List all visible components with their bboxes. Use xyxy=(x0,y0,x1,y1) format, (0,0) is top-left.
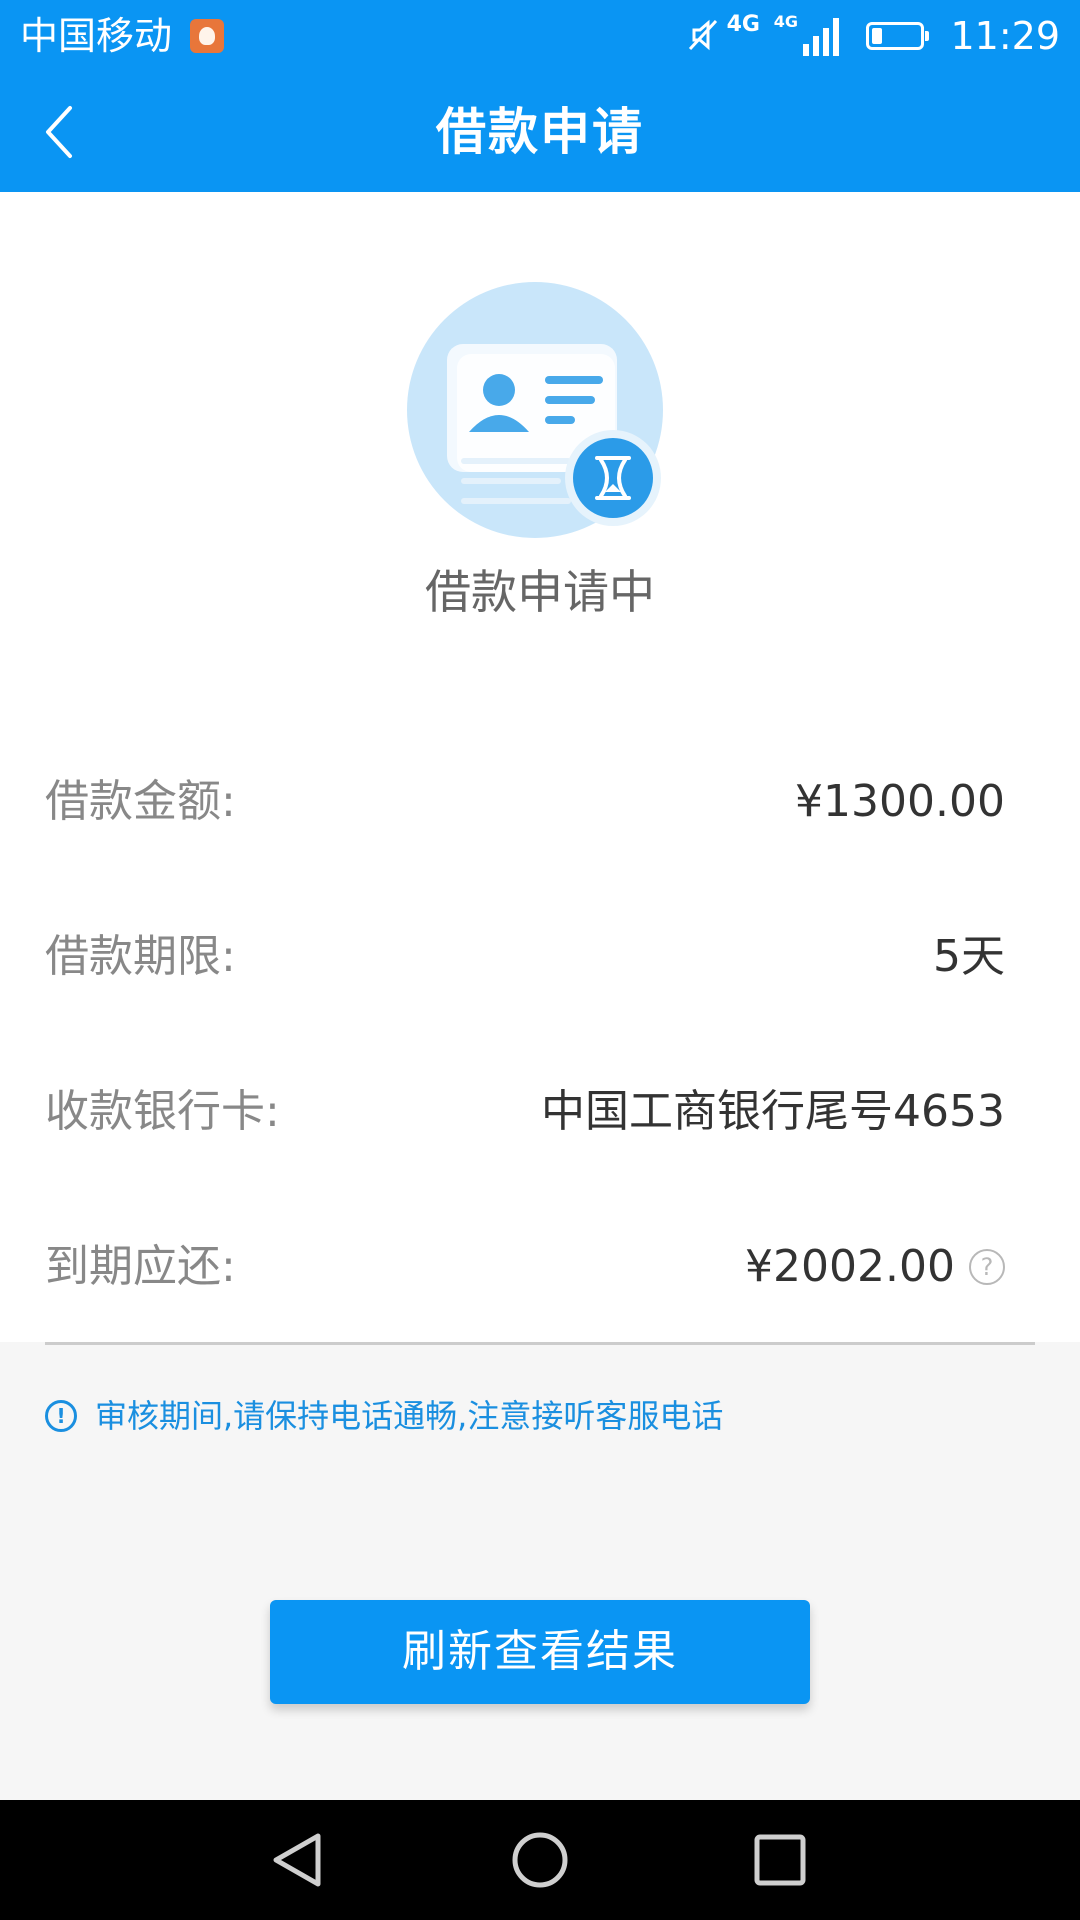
application-status-title: 借款申请中 xyxy=(425,565,655,619)
loan-term-value: 5天 xyxy=(933,931,1005,982)
amount-due-row: 到期应还: ¥2002.00 ? xyxy=(45,1227,1005,1307)
loan-amount-row: 借款金额: ¥1300.00 xyxy=(45,762,1005,842)
mute-icon xyxy=(688,19,718,51)
network-type-2: 4G xyxy=(773,12,798,31)
system-recents-icon[interactable] xyxy=(750,1830,810,1890)
divider xyxy=(45,1342,1035,1345)
signal-icon xyxy=(803,18,839,56)
info-icon: ! xyxy=(45,1400,77,1432)
application-pending-illustration xyxy=(407,282,663,538)
loan-amount-label: 借款金额: xyxy=(45,776,236,827)
network-type-1: 4G xyxy=(726,12,760,37)
status-bar: 中国移动 4G 4G 11:29 xyxy=(0,0,1080,72)
bank-card-label: 收款银行卡: xyxy=(45,1086,280,1137)
carrier-name: 中国移动 xyxy=(20,14,173,58)
system-back-icon[interactable] xyxy=(268,1830,328,1890)
refresh-result-button[interactable]: 刷新查看结果 xyxy=(270,1600,810,1704)
bank-card-value: 中国工商银行尾号4653 xyxy=(541,1086,1005,1137)
help-icon[interactable]: ? xyxy=(969,1249,1005,1285)
application-card: 借款申请中 借款金额: ¥1300.00 借款期限: 5天 收款银行卡: 中国工… xyxy=(0,192,1080,1342)
battery-icon xyxy=(866,22,929,50)
amount-due-value: ¥2002.00 xyxy=(745,1241,955,1292)
loan-amount-value: ¥1300.00 xyxy=(795,776,1005,827)
system-navigation-bar xyxy=(0,1800,1080,1920)
notice-text: 审核期间,请保持电话通畅,注意接听客服电话 xyxy=(95,1397,724,1435)
navigation-bar: 借款申请 xyxy=(0,72,1080,192)
bank-card-row: 收款银行卡: 中国工商银行尾号4653 xyxy=(45,1072,1005,1152)
loan-term-row: 借款期限: 5天 xyxy=(45,917,1005,997)
system-home-icon[interactable] xyxy=(510,1830,570,1890)
page-title: 借款申请 xyxy=(436,103,644,161)
amount-due-label: 到期应还: xyxy=(45,1241,236,1292)
clock: 11:29 xyxy=(950,14,1060,58)
loan-term-label: 借款期限: xyxy=(45,931,236,982)
uc-browser-icon xyxy=(190,19,224,53)
